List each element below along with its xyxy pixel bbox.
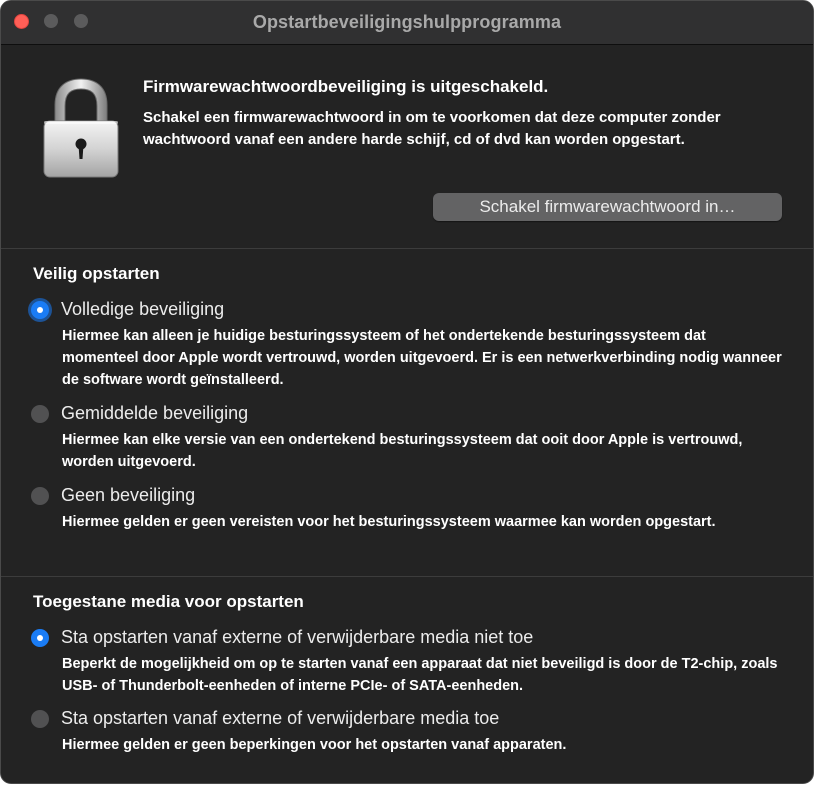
disallow-external-media-radio[interactable]	[31, 629, 49, 647]
option-no-security[interactable]: Geen beveiliging Hiermee gelden er geen …	[31, 485, 791, 555]
option-medium-security[interactable]: Gemiddelde beveiliging Hiermee kan elke …	[31, 403, 791, 473]
no-security-radio[interactable]	[31, 487, 49, 505]
enable-firmware-password-button[interactable]: Schakel firmwarewachtwoord in…	[433, 193, 782, 221]
firmware-description: Schakel een firmwarewachtwoord in om te …	[143, 109, 721, 148]
lock-icon	[43, 78, 119, 178]
section-divider	[1, 248, 813, 249]
allowed-media-title: Toegestane media voor opstarten	[33, 592, 304, 611]
option-label[interactable]: Gemiddelde beveiliging	[61, 403, 248, 424]
allow-external-media-radio[interactable]	[31, 710, 49, 728]
option-description: Hiermee kan alleen je huidige besturings…	[62, 328, 782, 388]
option-description: Hiermee gelden er geen vereisten voor he…	[62, 514, 716, 530]
option-full-security[interactable]: Volledige beveiliging Hiermee kan alleen…	[31, 299, 791, 391]
full-security-radio[interactable]	[31, 301, 49, 319]
window: Opstartbeveiligingshulpprogramma Firmwar…	[0, 0, 814, 784]
window-title: Opstartbeveiligingshulpprogramma	[252, 12, 562, 32]
secure-boot-title: Veilig opstarten	[33, 264, 160, 283]
medium-security-radio[interactable]	[31, 405, 49, 423]
option-label[interactable]: Sta opstarten vanaf externe of verwijder…	[61, 708, 499, 729]
option-disallow-external-media[interactable]: Sta opstarten vanaf externe of verwijder…	[31, 627, 791, 697]
section-divider	[1, 576, 813, 577]
firmware-status-title: Firmwarewachtwoordbeveiliging is uitgesc…	[143, 77, 549, 96]
title-bar[interactable]: Opstartbeveiligingshulpprogramma	[1, 1, 813, 45]
option-label[interactable]: Sta opstarten vanaf externe of verwijder…	[61, 627, 533, 648]
firmware-password-section: Firmwarewachtwoordbeveiliging is uitgesc…	[1, 45, 813, 248]
option-label[interactable]: Volledige beveiliging	[61, 299, 224, 320]
option-label[interactable]: Geen beveiliging	[61, 485, 195, 506]
option-description: Beperkt de mogelijkheid om op te starten…	[62, 656, 778, 694]
option-description: Hiermee gelden er geen beperkingen voor …	[62, 737, 567, 753]
option-allow-external-media[interactable]: Sta opstarten vanaf externe of verwijder…	[31, 708, 791, 756]
option-description: Hiermee kan elke versie van een ondertek…	[62, 432, 743, 470]
